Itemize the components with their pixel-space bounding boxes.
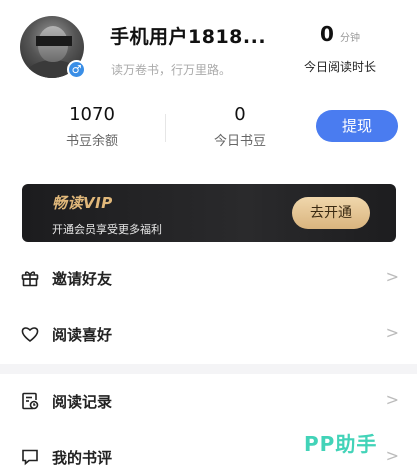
chevron-right-icon: > <box>385 446 399 465</box>
bean-balance-value: 1070 <box>69 104 115 125</box>
today-beans-label: 今日书豆 <box>213 134 266 149</box>
comment-icon <box>20 447 40 467</box>
stats-divider <box>165 114 166 142</box>
bean-balance[interactable]: 1070 书豆余额 <box>32 104 152 149</box>
read-time-label: 今日阅读时长 <box>303 60 376 74</box>
chevron-right-icon: > <box>385 323 399 342</box>
menu-item-label: 我的书评 <box>52 449 113 467</box>
menu-item-invite-friends[interactable]: 邀请好友 > <box>0 253 417 303</box>
vip-subtitle: 开通会员享受更多福利 <box>52 223 162 236</box>
vip-title: 畅读VIP <box>52 194 113 212</box>
user-nickname[interactable]: 手机用户1818... <box>110 22 266 49</box>
withdraw-button[interactable]: 提现 <box>316 110 398 142</box>
chevron-right-icon: > <box>385 390 399 409</box>
user-motto: 读万卷书，行万里路。 <box>111 63 232 77</box>
vip-banner[interactable]: 畅读VIP 开通会员享受更多福利 去开通 <box>22 184 396 242</box>
today-beans-value: 0 <box>234 104 246 125</box>
today-beans[interactable]: 0 今日书豆 <box>180 104 300 149</box>
menu-item-label: 邀请好友 <box>52 270 113 288</box>
gift-icon <box>20 268 40 288</box>
profile-header: ♂ 手机用户1818... 读万卷书，行万里路。 0 分钟 今日阅读时长 <box>0 0 417 98</box>
chevron-right-icon: > <box>385 267 399 286</box>
read-time-value-row: 0 分钟 <box>285 22 395 50</box>
read-time-value: 0 <box>320 22 334 46</box>
avatar-censor-bar <box>36 36 72 46</box>
bean-balance-label: 书豆余额 <box>65 134 118 149</box>
menu-item-reading-preference[interactable]: 阅读喜好 > <box>0 309 417 359</box>
menu-item-label: 阅读记录 <box>52 393 113 411</box>
male-gender-icon: ♂ <box>67 60 86 79</box>
avatar-container[interactable]: ♂ <box>20 16 86 79</box>
read-time-unit: 分钟 <box>339 33 360 44</box>
menu-item-label: 阅读喜好 <box>52 326 113 344</box>
today-read-time: 0 分钟 今日阅读时长 <box>285 22 395 75</box>
vip-open-button[interactable]: 去开通 <box>292 197 370 229</box>
menu-item-reading-history[interactable]: 阅读记录 > <box>0 376 417 426</box>
section-divider <box>0 364 417 374</box>
history-icon <box>20 391 40 411</box>
pp-assistant-watermark: PP助手 <box>304 432 378 456</box>
heart-icon <box>20 324 40 344</box>
